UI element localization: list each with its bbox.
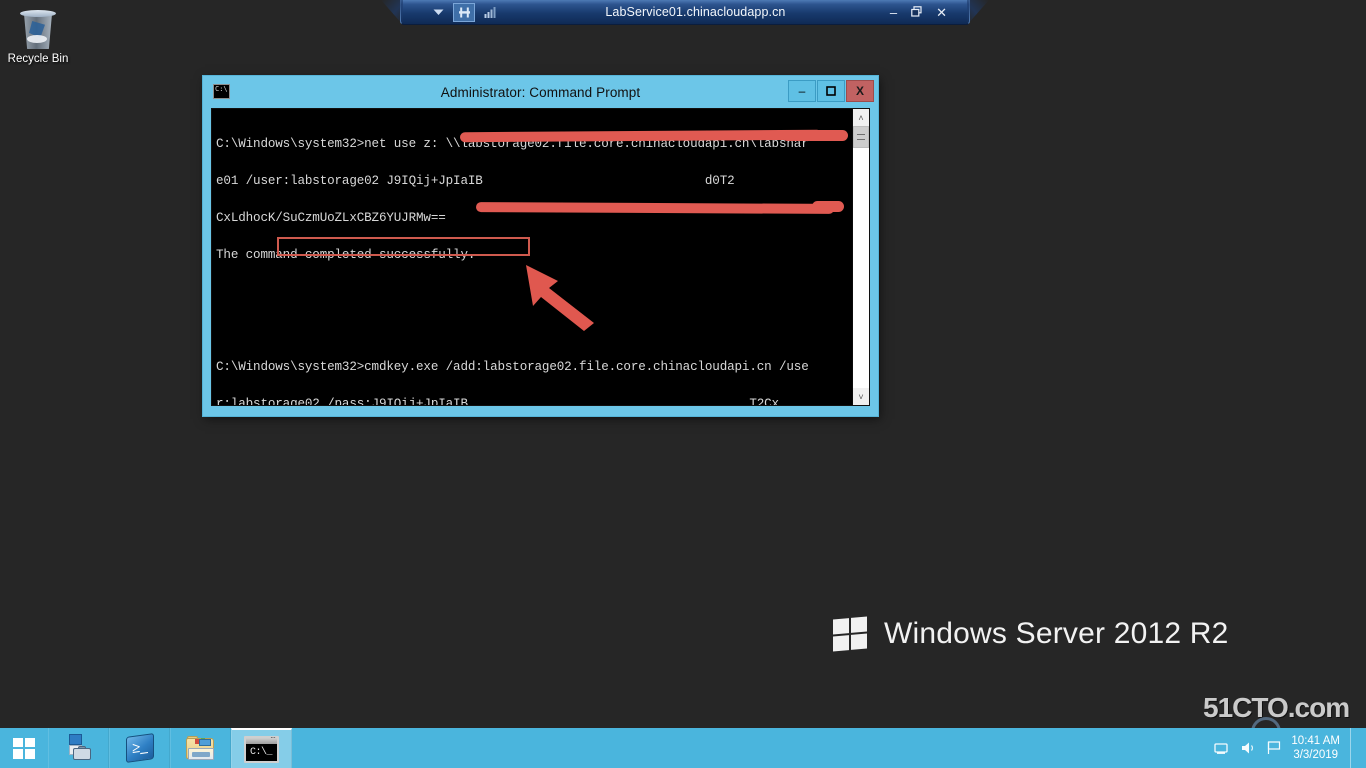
show-desktop-button[interactable]: [1350, 728, 1358, 768]
taskbar-item-server-manager[interactable]: [48, 728, 109, 768]
clock-date: 3/3/2019: [1293, 749, 1339, 761]
console-scrollbar[interactable]: ˄ ˅: [852, 109, 869, 405]
volume-icon[interactable]: [1241, 741, 1257, 755]
scroll-up-button[interactable]: ˄: [853, 109, 869, 126]
powershell-icon: ≥_: [125, 733, 154, 763]
pin-icon[interactable]: [453, 2, 475, 22]
cmd-close-button[interactable]: X: [846, 80, 874, 102]
taskbar-item-powershell[interactable]: ≥_: [109, 728, 170, 768]
taskbar[interactable]: ≥_ C:\_: [0, 728, 1366, 768]
taskbar-item-command-prompt[interactable]: C:\_: [231, 728, 292, 768]
windows-server-branding: Windows Server 2012 R2: [833, 616, 1229, 652]
signal-bars-icon[interactable]: [479, 3, 501, 22]
rdp-bar-left-controls: [401, 2, 501, 22]
start-button[interactable]: [0, 728, 48, 768]
cmd-minimize-button[interactable]: –: [788, 80, 816, 102]
console-output[interactable]: C:\Windows\system32>net use z: \\labstor…: [212, 109, 852, 405]
system-tray: 10:41 AM 3/3/2019: [1214, 728, 1366, 768]
desktop-icon-recycle-bin[interactable]: Recycle Bin: [6, 4, 70, 65]
cmd-title-bar[interactable]: C:\ Administrator: Command Prompt – X: [203, 76, 878, 108]
windows-start-icon: [13, 737, 35, 759]
network-icon[interactable]: [1214, 741, 1231, 755]
scroll-down-button[interactable]: ˅: [853, 388, 869, 405]
branding-text: Windows Server 2012 R2: [884, 617, 1229, 650]
command-prompt-window[interactable]: C:\ Administrator: Command Prompt – X C:…: [203, 76, 878, 416]
chevron-down-icon[interactable]: [427, 3, 449, 22]
cmd-window-controls: – X: [788, 80, 874, 102]
console-line: C:\Windows\system32>cmdkey.exe /add:labs…: [216, 360, 809, 375]
console-line: The command completed successfully.: [216, 248, 476, 263]
rdp-minimize-button[interactable]: –: [890, 6, 897, 19]
server-manager-icon: [64, 734, 94, 762]
rdp-restore-button[interactable]: [911, 5, 922, 19]
rdp-connection-bar[interactable]: LabService01.chinacloudapp.cn – ✕: [400, 0, 970, 25]
taskbar-clock[interactable]: 10:41 AM 3/3/2019: [1291, 734, 1340, 762]
rdp-close-button[interactable]: ✕: [936, 6, 947, 19]
redaction-bar: [812, 201, 844, 212]
cmd-window-title: Administrator: Command Prompt: [440, 84, 641, 100]
clock-time: 10:41 AM: [1291, 735, 1340, 747]
console-line: r:labstorage02 /pass:J9IQij+JpIaIB T2Cx: [216, 397, 779, 405]
recycle-bin-label: Recycle Bin: [7, 53, 69, 65]
watermark-51cto: 51CTO.com: [1203, 692, 1350, 723]
command-prompt-icon: C:\_: [244, 733, 279, 763]
file-explorer-icon: [185, 735, 216, 761]
recycle-bin-icon: [20, 8, 56, 50]
cmd-client-area: C:\Windows\system32>net use z: \\labstor…: [211, 108, 870, 406]
rdp-session-title: LabService01.chinacloudapp.cn: [605, 5, 786, 19]
taskbar-item-file-explorer[interactable]: [170, 728, 231, 768]
console-line: e01 /user:labstorage02 J9IQij+JpIaIB d0T…: [216, 174, 735, 189]
console-line: C:\Windows\system32>net use z: \\labstor…: [216, 136, 809, 151]
rdp-window-controls: – ✕: [890, 6, 969, 19]
windows-logo-icon: [833, 616, 867, 652]
console-line: CxLdhocK/SuCzmUoZLxCBZ6YUJRMw==: [216, 211, 446, 226]
desktop-screen: LabService01.chinacloudapp.cn – ✕ Recycl…: [0, 0, 1366, 768]
cmd-maximize-button[interactable]: [817, 80, 845, 102]
action-center-icon[interactable]: [1267, 741, 1281, 755]
scrollbar-track[interactable]: [853, 126, 869, 388]
console-icon[interactable]: C:\: [213, 84, 230, 99]
scrollbar-thumb[interactable]: [853, 126, 869, 148]
